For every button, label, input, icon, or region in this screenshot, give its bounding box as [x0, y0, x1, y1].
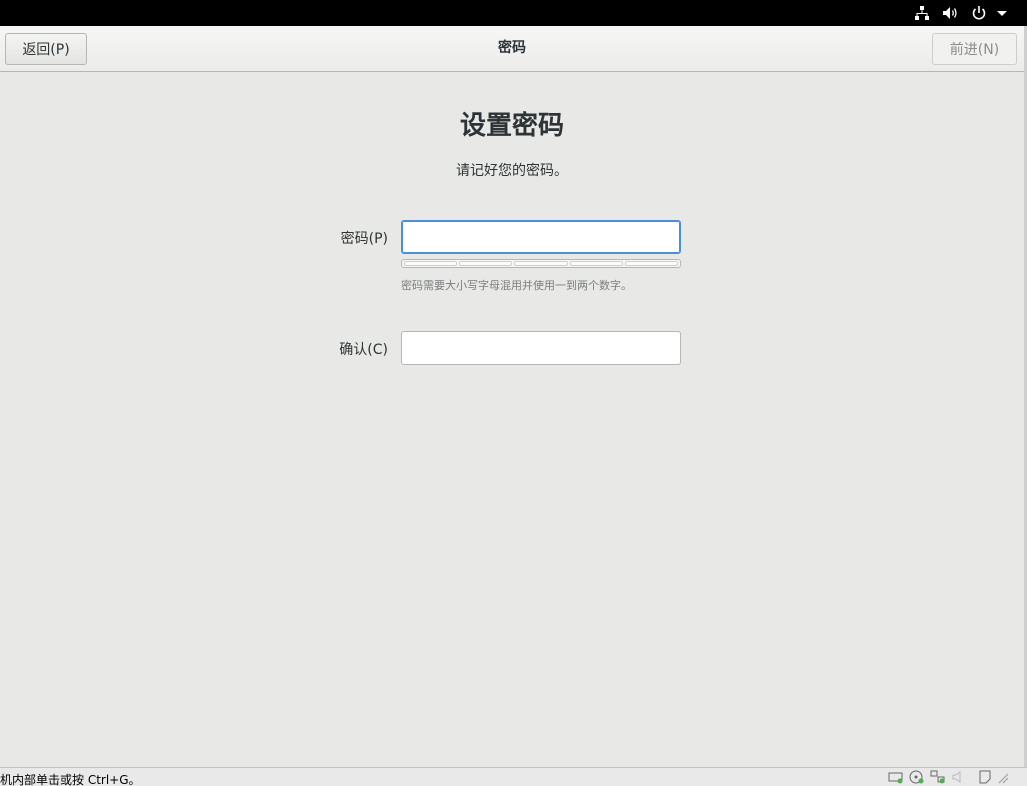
confirm-input[interactable]	[401, 331, 681, 365]
cd-icon[interactable]	[909, 769, 925, 786]
volume-icon[interactable]	[942, 0, 960, 26]
password-hint: 密码需要大小写字母混用并使用一到两个数字。	[401, 279, 632, 292]
notes-icon[interactable]	[978, 769, 992, 786]
confirm-label: 确认(C)	[339, 342, 388, 358]
page-subtitle: 请记好您的密码。	[456, 163, 568, 179]
network-icon[interactable]	[914, 0, 930, 26]
status-icons	[888, 770, 1009, 786]
network-adapter-icon[interactable]	[930, 769, 946, 786]
resize-grip-icon[interactable]	[997, 769, 1009, 786]
header-title: 密码	[498, 40, 526, 56]
strength-segment	[514, 261, 568, 266]
password-strength-bar	[401, 259, 681, 268]
vm-status-bar: 机内部单击或按 Ctrl+G。	[0, 767, 1027, 786]
password-label: 密码(P)	[340, 231, 388, 247]
strength-segment	[404, 261, 458, 266]
back-button[interactable]: 返回(P)	[5, 33, 87, 65]
strength-segment	[569, 261, 623, 266]
installer-window: 密码 返回(P) 前进(N) 设置密码 请记好您的密码。 密码(P) 密码需要大…	[0, 26, 1027, 767]
header-bar: 密码 返回(P) 前进(N)	[0, 26, 1024, 72]
audio-icon[interactable]	[951, 769, 965, 786]
power-icon[interactable]	[971, 0, 987, 26]
disk-icon[interactable]	[888, 769, 904, 786]
status-text: 机内部单击或按 Ctrl+G。	[0, 773, 141, 786]
strength-segment	[459, 261, 513, 266]
chevron-down-icon[interactable]	[996, 0, 1008, 26]
system-top-bar	[0, 0, 1027, 26]
page-title: 设置密码	[459, 111, 564, 141]
password-input[interactable]	[401, 220, 681, 254]
next-button[interactable]: 前进(N)	[932, 33, 1017, 65]
strength-segment	[624, 261, 679, 266]
